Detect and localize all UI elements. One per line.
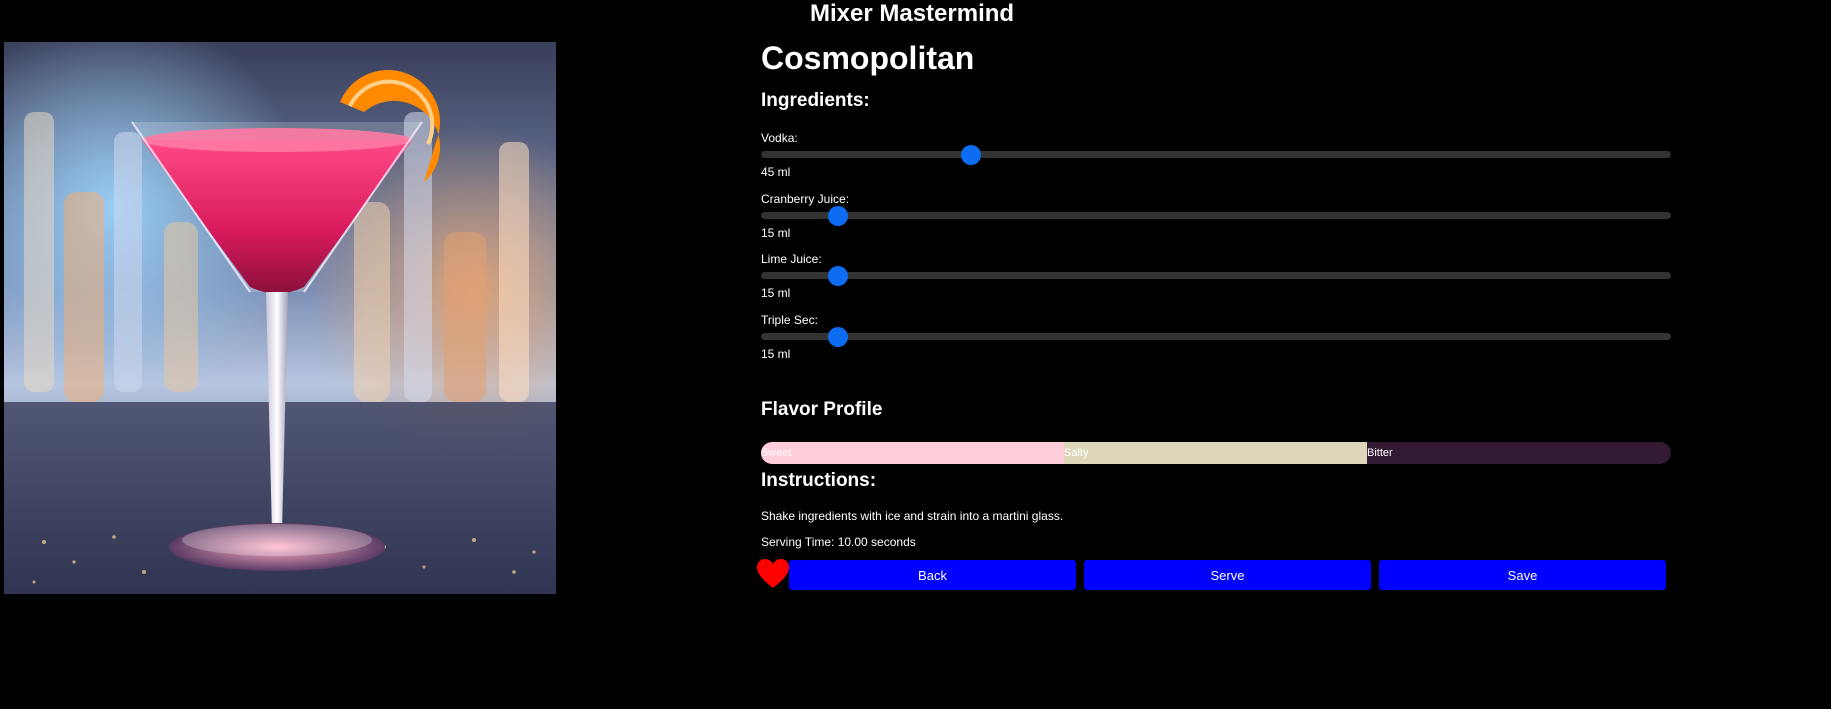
ingredient-label: Triple Sec:: [761, 312, 818, 327]
slider-track[interactable]: [761, 211, 1671, 219]
ingredients-heading: Ingredients:: [761, 90, 870, 111]
flavor-profile-bar: Sweet Salty Bitter: [761, 442, 1671, 464]
drink-name: Cosmopolitan: [761, 40, 975, 76]
slider-track[interactable]: [761, 151, 1671, 158]
save-button[interactable]: Save: [1379, 560, 1666, 590]
recipe-panel: Cosmopolitan Ingredients: Vodka: 45 ml C…: [761, 40, 1671, 549]
ingredient-triple-sec: Triple Sec: 15 ml: [761, 313, 1671, 374]
serve-button[interactable]: Serve: [1084, 560, 1371, 590]
ingredient-amount: 45 ml: [761, 165, 791, 179]
flavor-segment-salty: Salty: [1064, 442, 1368, 464]
flavor-profile-heading: Flavor Profile: [761, 399, 883, 420]
slider-track[interactable]: [761, 332, 1671, 340]
serving-time: Serving Time: 10.00 seconds: [761, 535, 916, 549]
lime-juice-slider[interactable]: [761, 266, 1671, 286]
slider-thumb[interactable]: [827, 266, 848, 286]
ingredient-list: Vodka: 45 ml Cranberry Juice: 15 ml Lime…: [761, 131, 1671, 373]
slider-thumb[interactable]: [961, 145, 982, 165]
ingredient-label: Vodka:: [761, 131, 798, 145]
instructions-text: Shake ingredients with ice and strain in…: [761, 509, 1064, 523]
triple-sec-slider[interactable]: [761, 326, 1671, 347]
slider-thumb[interactable]: [827, 205, 848, 226]
heart-icon[interactable]: [756, 558, 790, 590]
ingredient-label: Cranberry Juice:: [761, 191, 850, 206]
action-bar: Back Serve Save: [756, 558, 1676, 590]
ingredient-lime-juice: Lime Juice: 15 ml: [761, 252, 1671, 313]
ingredient-amount: 15 ml: [761, 286, 791, 300]
instructions-heading: Instructions:: [761, 470, 877, 491]
flavor-segment-bitter: Bitter: [1367, 442, 1671, 464]
cocktail-image: [4, 42, 556, 594]
flavor-segment-sweet: Sweet: [761, 442, 1065, 464]
ingredient-vodka: Vodka: 45 ml: [761, 131, 1671, 192]
ingredient-amount: 15 ml: [761, 225, 791, 240]
vodka-slider[interactable]: [761, 145, 1671, 165]
ingredient-amount: 15 ml: [761, 346, 791, 361]
back-button[interactable]: Back: [789, 560, 1076, 590]
app-title: Mixer Mastermind: [810, 0, 1015, 27]
ingredient-label: Lime Juice:: [761, 252, 822, 266]
slider-thumb[interactable]: [827, 326, 848, 347]
ingredient-cranberry-juice: Cranberry Juice: 15 ml: [761, 192, 1671, 253]
slider-track[interactable]: [761, 272, 1671, 279]
cranberry-juice-slider[interactable]: [761, 205, 1671, 226]
